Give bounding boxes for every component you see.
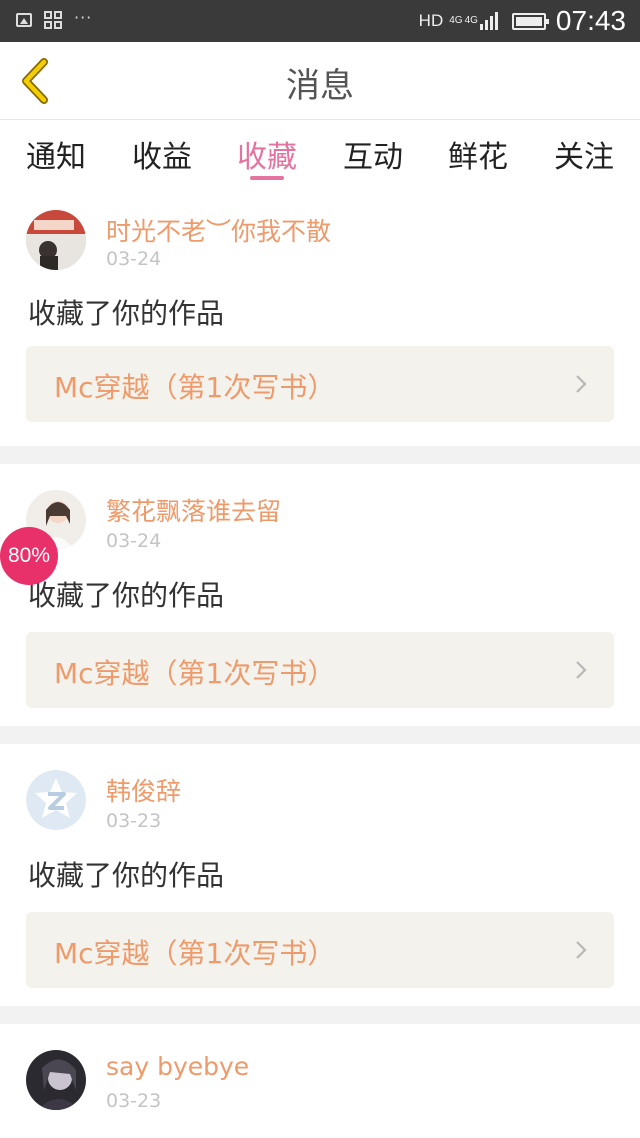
more-dots-icon: ··· — [74, 7, 93, 27]
action-text: 收藏了你的作品 — [28, 297, 225, 330]
tab-earnings[interactable]: 收益 — [109, 132, 215, 176]
work-link[interactable]: Mc穿越（第1次写书） — [26, 912, 614, 988]
avatar[interactable] — [26, 770, 86, 830]
signal-icon — [479, 12, 498, 30]
action-text: 收藏了你的作品 — [28, 859, 225, 892]
net-type-1: 4G — [449, 15, 463, 26]
username[interactable]: 韩俊辞 — [106, 772, 181, 808]
avatar[interactable] — [26, 1050, 86, 1110]
username[interactable]: 时光不老︶你我不散 — [106, 212, 331, 248]
apps-icon — [44, 11, 62, 29]
avatar-image — [26, 1050, 86, 1110]
work-link[interactable]: Mc穿越（第1次写书） — [26, 632, 614, 708]
chevron-right-icon — [576, 661, 587, 679]
work-title: Mc穿越（第1次写书） — [54, 937, 336, 970]
tab-flowers[interactable]: 鲜花 — [425, 132, 531, 176]
status-bar-right: HD 4G 4G 07:43 — [419, 4, 626, 38]
chevron-right-icon — [576, 375, 587, 393]
clock: 07:43 — [555, 5, 626, 36]
message-date: 03-23 — [106, 810, 162, 832]
app-header: 消息 — [0, 42, 640, 120]
message-card: 繁花飘落谁去留 03-24 收藏了你的作品 Mc穿越（第1次写书） — [0, 464, 640, 726]
tab-following[interactable]: 关注 — [531, 132, 637, 176]
message-date: 03-23 — [106, 1090, 162, 1112]
default-avatar-icon — [26, 770, 86, 830]
status-bar-left: ··· — [16, 7, 93, 29]
tab-favorites[interactable]: 收藏 — [214, 132, 320, 176]
message-date: 03-24 — [106, 530, 162, 552]
progress-badge[interactable]: 80% — [0, 527, 58, 585]
username[interactable]: say byebye — [106, 1052, 249, 1081]
work-title: Mc穿越（第1次写书） — [54, 371, 336, 404]
work-link[interactable]: Mc穿越（第1次写书） — [26, 346, 614, 422]
active-tab-indicator — [250, 176, 284, 180]
network-label: HD — [418, 11, 444, 30]
message-card: 时光不老︶你我不散 03-24 收藏了你的作品 Mc穿越（第1次写书） — [0, 194, 640, 446]
action-text: 收藏了你的作品 — [28, 579, 225, 612]
page-title: 消息 — [286, 66, 354, 106]
image-icon — [16, 13, 32, 27]
message-card: say byebye 03-23 — [0, 1024, 640, 1138]
avatar[interactable] — [26, 210, 86, 270]
avatar-image — [26, 210, 86, 270]
username[interactable]: 繁花飘落谁去留 — [106, 492, 281, 528]
work-title: Mc穿越（第1次写书） — [54, 657, 336, 690]
net-type-2: 4G — [464, 15, 478, 26]
tab-notifications[interactable]: 通知 — [3, 132, 109, 176]
message-card: 韩俊辞 03-23 收藏了你的作品 Mc穿越（第1次写书） — [0, 744, 640, 1006]
tab-interactions[interactable]: 互动 — [320, 132, 426, 176]
chevron-right-icon — [576, 941, 587, 959]
battery-icon — [511, 12, 549, 30]
tab-bar: 通知 收益 收藏 互动 鲜花 关注 — [0, 120, 640, 194]
message-date: 03-24 — [106, 248, 162, 270]
status-bar: ··· HD 4G 4G 07:43 — [0, 0, 640, 42]
